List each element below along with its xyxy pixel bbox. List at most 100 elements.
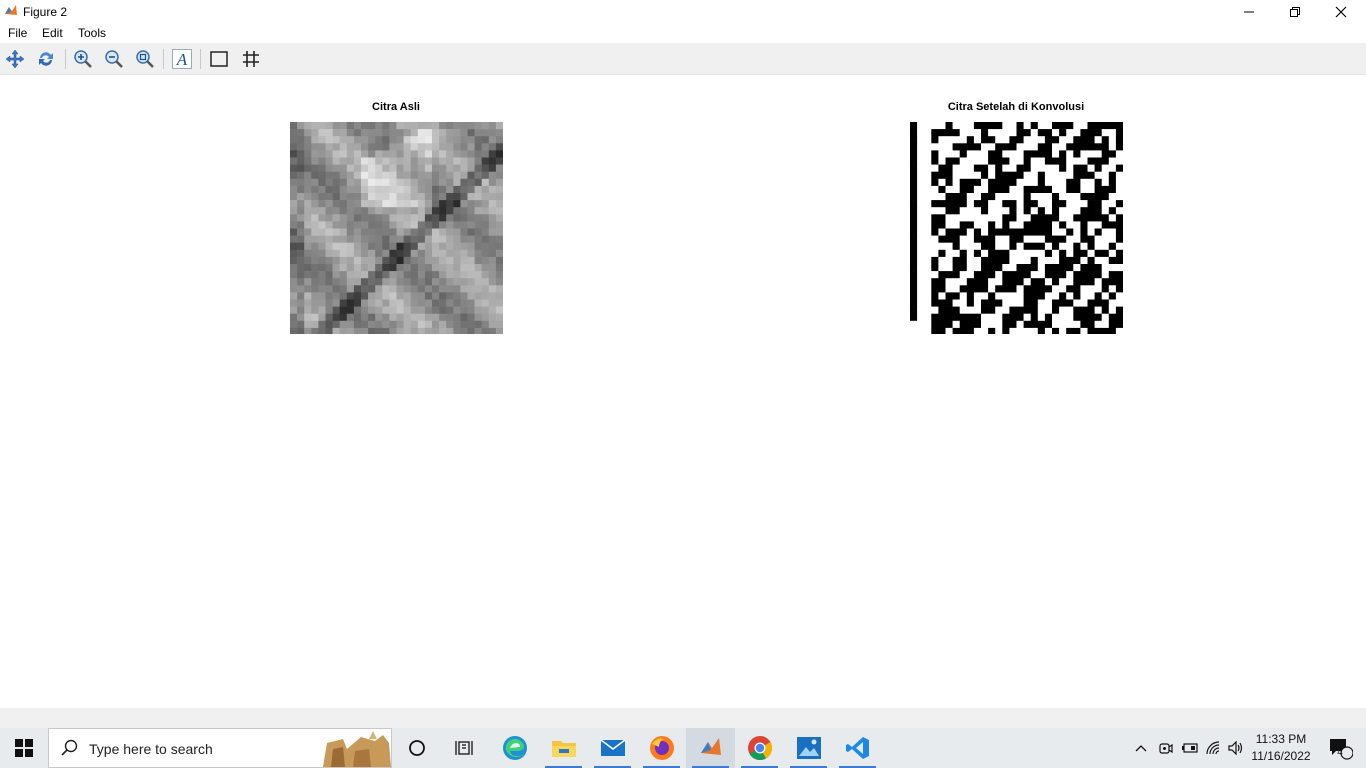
image-pixel [389,200,397,208]
image-pixel [995,242,1003,251]
image-pixel [396,122,404,130]
image-pixel [417,178,426,187]
image-pixel [945,292,953,300]
image-pixel [396,136,404,144]
image-pixel [417,122,426,130]
image-pixel [389,178,397,187]
start-button[interactable] [0,728,48,768]
image-pixel [1059,157,1067,165]
image-pixel [389,256,397,265]
image-pixel [467,143,475,151]
image-pixel [931,200,939,208]
image-pixel [417,320,426,329]
close-button[interactable] [1318,0,1364,23]
zoom-out-button[interactable] [103,48,125,70]
matlab-button[interactable] [686,728,735,768]
restore-button[interactable] [1272,0,1318,23]
image-pixel [361,122,369,130]
image-pixel [924,299,932,307]
image-pixel [339,264,348,272]
image-pixel [1101,178,1110,187]
image-pixel [995,143,1003,151]
image-pixel [432,278,440,286]
widgets-button[interactable] [440,728,489,768]
chrome-button[interactable] [735,728,784,768]
image-pixel [938,122,946,130]
image-pixel [346,313,355,322]
pan-button[interactable] [4,48,26,70]
image-pixel [924,228,932,236]
image-pixel [945,122,953,130]
image-pixel [1009,129,1017,137]
image-pixel [988,143,996,151]
menu-tools[interactable]: Tools [78,26,106,40]
image-pixel [945,157,953,165]
image-pixel [1059,171,1067,180]
image-pixel [318,129,326,137]
image-pixel [1016,292,1024,300]
zoom-in-button[interactable] [72,48,94,70]
volume-button[interactable] [1226,728,1248,768]
mail-button[interactable] [588,728,637,768]
image-pixel [1080,299,1088,307]
image-pixel [417,129,426,137]
task-view-button[interactable] [392,728,441,768]
image-pixel [318,214,326,222]
image-pixel [1101,136,1110,144]
image-pixel [375,122,383,130]
image-pixel [973,214,982,222]
image-pixel [332,143,340,151]
image-pixel [1087,278,1095,286]
image-pixel [417,264,426,272]
image-pixel [389,235,397,243]
search-box[interactable]: Type here to search [48,728,392,768]
image-pixel [1002,264,1010,272]
image-pixel [981,193,989,201]
image-pixel [966,249,975,258]
vscode-button[interactable] [833,728,882,768]
network-button[interactable] [1203,728,1225,768]
image-pixel [460,221,468,229]
menu-edit[interactable]: Edit [42,26,63,40]
image-pixel [403,171,411,180]
image-pixel [460,143,468,151]
clock[interactable]: 11:33 PM 11/16/2022 [1250,731,1312,765]
image-pixel [924,320,932,329]
battery-button[interactable] [1179,728,1201,768]
photos-button[interactable] [784,728,833,768]
image-pixel [368,327,376,334]
insert-text-button[interactable]: A [171,48,193,70]
image-pixel [432,271,440,279]
image-pixel [318,178,326,187]
image-pixel [318,228,326,236]
show-hidden-icons-button[interactable] [1130,728,1152,768]
image-pixel [332,285,340,293]
rotate-button[interactable] [35,48,57,70]
box-button[interactable] [208,48,230,70]
image-pixel [1073,264,1081,272]
meet-now-button[interactable] [1155,728,1177,768]
image-pixel [1066,292,1074,300]
image-pixel [1037,285,1046,293]
menu-file[interactable]: File [8,26,27,40]
image-pixel [1037,278,1046,286]
edge-button[interactable] [490,728,539,768]
image-pixel [1002,327,1010,334]
image-pixel [446,122,454,130]
image-pixel [966,278,975,286]
minimize-button[interactable] [1226,0,1272,23]
image-pixel [1052,178,1060,187]
image-pixel [988,207,996,215]
image-pixel [290,143,298,151]
image-pixel [1101,242,1110,251]
image-pixel [318,320,326,329]
image-pixel [332,221,340,229]
zoom-fit-button[interactable] [134,48,156,70]
image-pixel [460,264,468,272]
grid-button[interactable] [240,48,262,70]
image-pixel [403,235,411,243]
firefox-button[interactable] [637,728,686,768]
file-explorer-button[interactable] [539,728,588,768]
image-pixel [481,207,490,215]
image-pixel [1101,122,1110,130]
